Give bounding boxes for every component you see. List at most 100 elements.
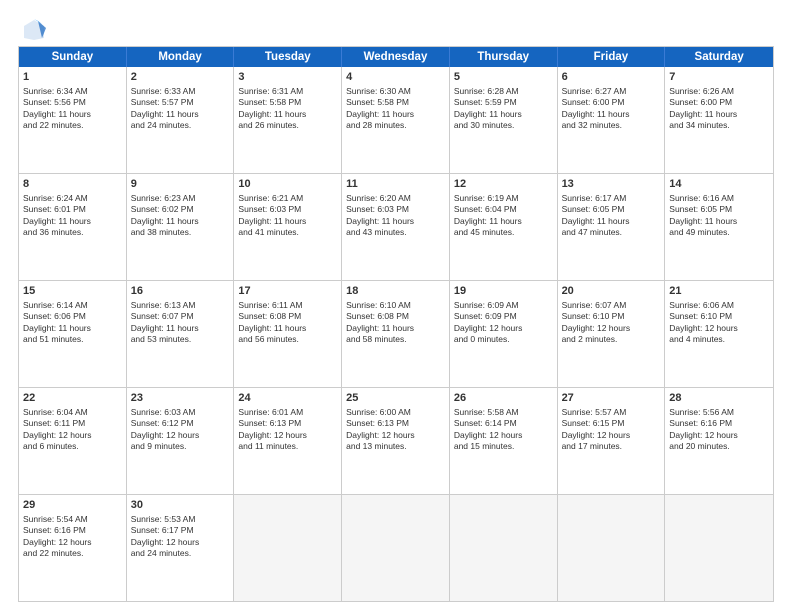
day-info-line: Daylight: 12 hours — [238, 430, 337, 441]
cal-cell-8: 8Sunrise: 6:24 AMSunset: 6:01 PMDaylight… — [19, 174, 127, 280]
day-number: 2 — [131, 70, 230, 85]
day-info-line: and 15 minutes. — [454, 441, 553, 452]
cal-cell-16: 16Sunrise: 6:13 AMSunset: 6:07 PMDayligh… — [127, 281, 235, 387]
day-info-line: Sunrise: 6:11 AM — [238, 300, 337, 311]
day-info-line: Daylight: 11 hours — [346, 109, 445, 120]
cal-cell-13: 13Sunrise: 6:17 AMSunset: 6:05 PMDayligh… — [558, 174, 666, 280]
day-info-line: and 43 minutes. — [346, 227, 445, 238]
day-info-line: Daylight: 11 hours — [454, 216, 553, 227]
cal-cell-5: 5Sunrise: 6:28 AMSunset: 5:59 PMDaylight… — [450, 67, 558, 173]
day-number: 20 — [562, 284, 661, 299]
day-number: 22 — [23, 391, 122, 406]
header-cell-sunday: Sunday — [19, 47, 127, 67]
day-info-line: Daylight: 11 hours — [131, 109, 230, 120]
day-info-line: and 24 minutes. — [131, 548, 230, 559]
day-info-line: Daylight: 12 hours — [23, 430, 122, 441]
day-info-line: Daylight: 12 hours — [669, 323, 769, 334]
day-info-line: Daylight: 12 hours — [562, 430, 661, 441]
day-info-line: Sunrise: 6:01 AM — [238, 407, 337, 418]
cal-cell-7: 7Sunrise: 6:26 AMSunset: 6:00 PMDaylight… — [665, 67, 773, 173]
day-info-line: Sunrise: 6:23 AM — [131, 193, 230, 204]
day-number: 23 — [131, 391, 230, 406]
day-info-line: Sunset: 6:16 PM — [23, 525, 122, 536]
day-number: 15 — [23, 284, 122, 299]
cal-cell-4: 4Sunrise: 6:30 AMSunset: 5:58 PMDaylight… — [342, 67, 450, 173]
day-info-line: Sunset: 5:57 PM — [131, 97, 230, 108]
cal-cell-3: 3Sunrise: 6:31 AMSunset: 5:58 PMDaylight… — [234, 67, 342, 173]
day-info-line: Daylight: 11 hours — [669, 216, 769, 227]
cal-row-1: 8Sunrise: 6:24 AMSunset: 6:01 PMDaylight… — [19, 174, 773, 281]
day-number: 7 — [669, 70, 769, 85]
day-info-line: Daylight: 12 hours — [562, 323, 661, 334]
day-info-line: Sunset: 6:01 PM — [23, 204, 122, 215]
day-info-line: Daylight: 11 hours — [454, 109, 553, 120]
cal-cell-22: 22Sunrise: 6:04 AMSunset: 6:11 PMDayligh… — [19, 388, 127, 494]
day-info-line: Sunrise: 6:06 AM — [669, 300, 769, 311]
day-number: 28 — [669, 391, 769, 406]
day-info-line: and 56 minutes. — [238, 334, 337, 345]
day-info-line: and 38 minutes. — [131, 227, 230, 238]
day-number: 5 — [454, 70, 553, 85]
day-number: 30 — [131, 498, 230, 513]
day-info-line: Daylight: 12 hours — [131, 430, 230, 441]
day-info-line: Sunset: 6:08 PM — [238, 311, 337, 322]
day-info-line: Sunrise: 6:33 AM — [131, 86, 230, 97]
day-info-line: Daylight: 11 hours — [346, 216, 445, 227]
day-info-line: and 49 minutes. — [669, 227, 769, 238]
day-info-line: and 28 minutes. — [346, 120, 445, 131]
day-info-line: Daylight: 11 hours — [238, 323, 337, 334]
cal-cell-30: 30Sunrise: 5:53 AMSunset: 6:17 PMDayligh… — [127, 495, 235, 601]
day-number: 26 — [454, 391, 553, 406]
day-info-line: Sunrise: 6:30 AM — [346, 86, 445, 97]
day-info-line: Sunset: 5:58 PM — [238, 97, 337, 108]
day-info-line: and 0 minutes. — [454, 334, 553, 345]
day-info-line: Sunrise: 5:53 AM — [131, 514, 230, 525]
cal-cell-28: 28Sunrise: 5:56 AMSunset: 6:16 PMDayligh… — [665, 388, 773, 494]
day-info-line: Sunset: 6:14 PM — [454, 418, 553, 429]
header-cell-friday: Friday — [558, 47, 666, 67]
day-number: 17 — [238, 284, 337, 299]
cal-cell-9: 9Sunrise: 6:23 AMSunset: 6:02 PMDaylight… — [127, 174, 235, 280]
day-info-line: and 58 minutes. — [346, 334, 445, 345]
day-number: 4 — [346, 70, 445, 85]
cal-cell-27: 27Sunrise: 5:57 AMSunset: 6:15 PMDayligh… — [558, 388, 666, 494]
day-info-line: Sunset: 6:04 PM — [454, 204, 553, 215]
day-info-line: Sunset: 6:05 PM — [562, 204, 661, 215]
day-info-line: Daylight: 11 hours — [562, 216, 661, 227]
day-info-line: and 47 minutes. — [562, 227, 661, 238]
day-number: 25 — [346, 391, 445, 406]
day-info-line: Sunset: 6:11 PM — [23, 418, 122, 429]
cal-row-4: 29Sunrise: 5:54 AMSunset: 6:16 PMDayligh… — [19, 495, 773, 601]
cal-cell-12: 12Sunrise: 6:19 AMSunset: 6:04 PMDayligh… — [450, 174, 558, 280]
day-info-line: Sunrise: 6:00 AM — [346, 407, 445, 418]
calendar-header: SundayMondayTuesdayWednesdayThursdayFrid… — [19, 47, 773, 67]
day-info-line: Daylight: 12 hours — [454, 430, 553, 441]
day-info-line: and 11 minutes. — [238, 441, 337, 452]
day-number: 14 — [669, 177, 769, 192]
day-number: 18 — [346, 284, 445, 299]
day-info-line: Sunrise: 6:31 AM — [238, 86, 337, 97]
cal-cell-14: 14Sunrise: 6:16 AMSunset: 6:05 PMDayligh… — [665, 174, 773, 280]
day-info-line: and 6 minutes. — [23, 441, 122, 452]
day-info-line: Daylight: 12 hours — [669, 430, 769, 441]
day-info-line: Sunrise: 6:27 AM — [562, 86, 661, 97]
day-info-line: Sunset: 6:05 PM — [669, 204, 769, 215]
day-info-line: Sunset: 6:09 PM — [454, 311, 553, 322]
header-cell-wednesday: Wednesday — [342, 47, 450, 67]
day-info-line: Daylight: 11 hours — [562, 109, 661, 120]
day-info-line: and 22 minutes. — [23, 548, 122, 559]
day-info-line: Sunset: 6:10 PM — [669, 311, 769, 322]
cal-cell-29: 29Sunrise: 5:54 AMSunset: 6:16 PMDayligh… — [19, 495, 127, 601]
day-info-line: Sunset: 6:00 PM — [562, 97, 661, 108]
cal-cell-17: 17Sunrise: 6:11 AMSunset: 6:08 PMDayligh… — [234, 281, 342, 387]
header-cell-monday: Monday — [127, 47, 235, 67]
day-info-line: and 22 minutes. — [23, 120, 122, 131]
day-info-line: Sunrise: 6:20 AM — [346, 193, 445, 204]
day-info-line: Sunrise: 6:07 AM — [562, 300, 661, 311]
day-info-line: Daylight: 12 hours — [346, 430, 445, 441]
day-info-line: Daylight: 11 hours — [131, 323, 230, 334]
day-info-line: Daylight: 11 hours — [346, 323, 445, 334]
cal-row-3: 22Sunrise: 6:04 AMSunset: 6:11 PMDayligh… — [19, 388, 773, 495]
day-number: 21 — [669, 284, 769, 299]
cal-cell-empty-4-3 — [342, 495, 450, 601]
